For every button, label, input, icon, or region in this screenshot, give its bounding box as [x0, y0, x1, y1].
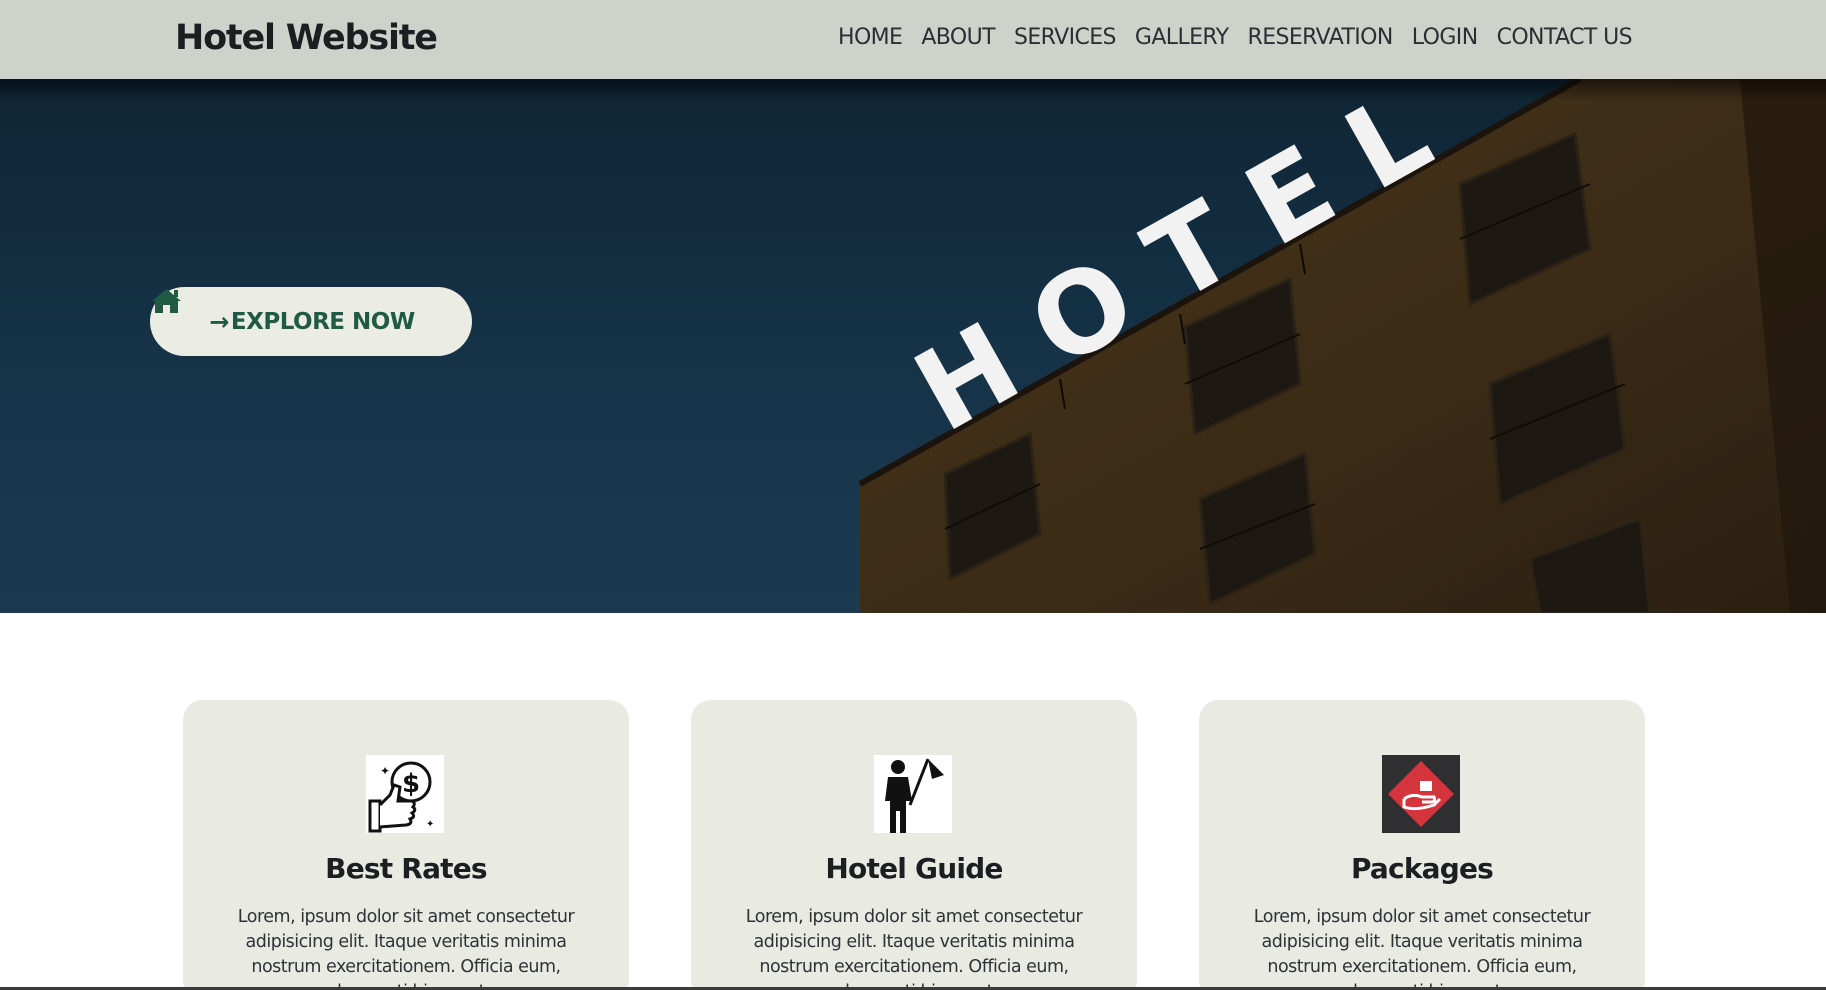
nav-link-home[interactable]: HOME: [838, 25, 903, 50]
explore-now-button[interactable]: → EXPLORE NOW: [150, 287, 472, 356]
navbar: Hotel Website HOME ABOUT SERVICES GALLER…: [0, 0, 1826, 79]
card-description: Lorem, ipsum dolor sit amet consectetur …: [1253, 907, 1591, 990]
explore-now-label: EXPLORE NOW: [230, 308, 415, 335]
feature-card-best-rates: $ ✦ ✦ Best Rates Lorem, ipsum dolor sit …: [183, 700, 629, 990]
nav-link-contact-us[interactable]: CONTACT US: [1497, 25, 1633, 50]
svg-text:$: $: [402, 769, 420, 799]
card-title: Hotel Guide: [825, 852, 1003, 885]
nav-link-services[interactable]: SERVICES: [1014, 25, 1117, 50]
package-hand-icon: [1382, 755, 1460, 833]
brand-logo-text[interactable]: Hotel Website: [175, 18, 438, 58]
card-title: Packages: [1350, 852, 1494, 885]
arrow-right-icon: →: [209, 307, 229, 336]
nav-link-about[interactable]: ABOUT: [921, 25, 995, 50]
feature-card-packages: Packages Lorem, ipsum dolor sit amet con…: [1199, 700, 1645, 990]
svg-text:✦: ✦: [380, 764, 390, 778]
nav-link-gallery[interactable]: GALLERY: [1135, 25, 1229, 50]
card-description: Lorem, ipsum dolor sit amet consectetur …: [745, 907, 1083, 990]
guide-with-flag-icon: [874, 755, 952, 833]
svg-text:✦: ✦: [426, 819, 434, 830]
nav-link-reservation[interactable]: RESERVATION: [1248, 25, 1394, 50]
nav-links: HOME ABOUT SERVICES GALLERY RESERVATION …: [838, 25, 1633, 50]
thumbs-up-dollar-icon: $ ✦ ✦: [366, 755, 444, 833]
nav-link-login[interactable]: LOGIN: [1412, 25, 1478, 50]
hero-banner: HOTEL → EXPLORE NOW: [0, 79, 1826, 613]
card-description: Lorem, ipsum dolor sit amet consectetur …: [237, 907, 575, 990]
feature-card-hotel-guide: Hotel Guide Lorem, ipsum dolor sit amet …: [691, 700, 1137, 990]
header-shadow: [0, 79, 1826, 101]
card-title: Best Rates: [325, 852, 487, 885]
